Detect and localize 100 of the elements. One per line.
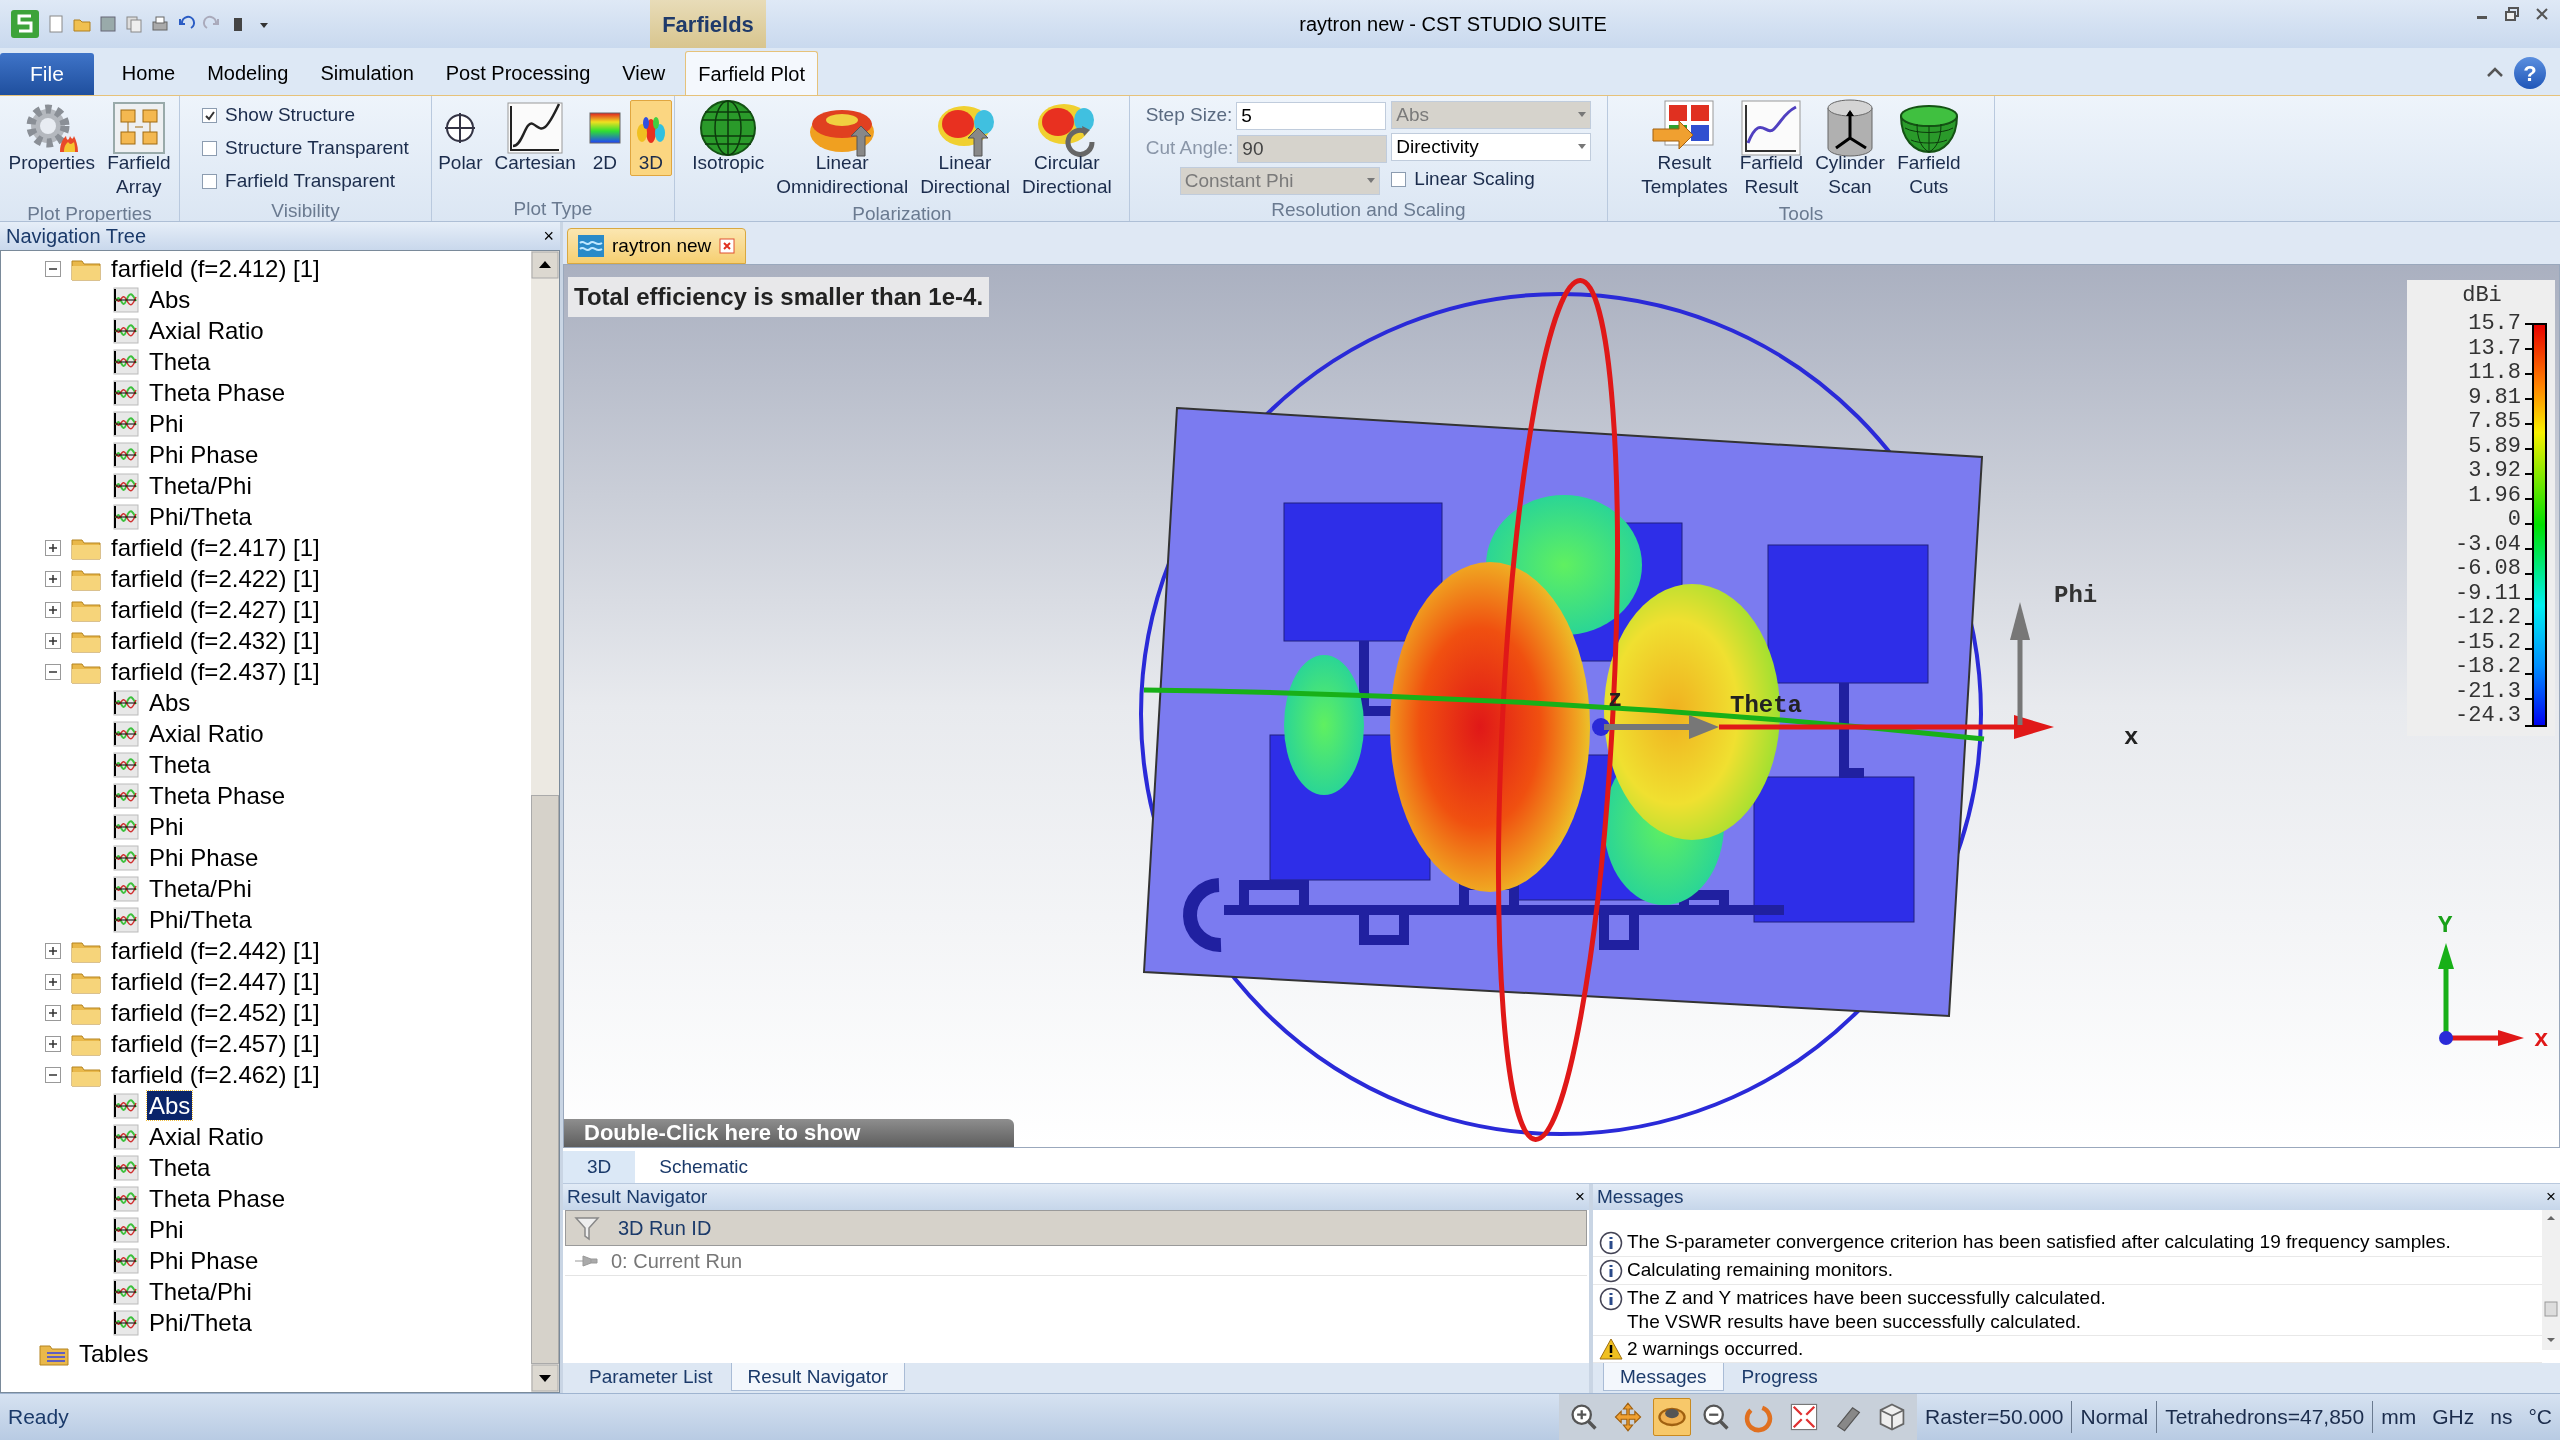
panel-tab[interactable]: Messages [1603,1363,1724,1391]
tree-item[interactable]: Axial Ratio [147,316,266,345]
scrollbar[interactable] [2542,1210,2560,1350]
ribbon-button[interactable]: Farfield Result [1735,100,1808,200]
expand-icon[interactable] [45,973,61,990]
tree-item[interactable]: Theta/Phi [147,471,254,500]
ribbon-button[interactable]: Cylinder Scan [1811,100,1889,200]
collapse-icon[interactable] [45,260,61,277]
viewport-mode-tab[interactable]: 3D [563,1151,636,1183]
checkbox[interactable]: Show Structure [202,100,409,131]
scrollbar-thumb[interactable] [531,795,559,1364]
expand-icon[interactable] [45,942,61,959]
tree-item[interactable]: Phi Phase [147,843,261,872]
expand-icon[interactable] [45,1004,61,1021]
tree-item[interactable]: farfield (f=2.442) [1] [109,936,322,965]
context-tab-label[interactable]: Farfields [650,0,766,48]
tree-item[interactable]: farfield (f=2.462) [1] [109,1060,322,1089]
panel-tab[interactable]: Result Navigator [730,1363,905,1391]
ribbon-tab[interactable]: Home [109,51,188,95]
tree-item[interactable]: Tables [77,1339,151,1368]
tree-item[interactable]: Axial Ratio [147,1122,266,1151]
ribbon-button[interactable]: Farfield Array [103,100,175,200]
scroll-up-icon[interactable] [531,251,559,279]
ribbon-button[interactable]: Isotropic [688,100,769,176]
viewport-mode-tab[interactable]: Schematic [635,1151,772,1183]
restore-icon[interactable] [2504,6,2520,22]
close-icon[interactable] [719,238,736,254]
ribbon-button[interactable]: Linear Omnidirectional [772,100,913,200]
panel-tab[interactable]: Progress [1725,1363,1834,1391]
expand-icon[interactable] [45,570,61,587]
checkbox[interactable]: Farfield Transparent [202,166,409,197]
tree-item[interactable]: Phi [147,812,186,841]
tree-item[interactable]: Theta/Phi [147,874,254,903]
expand-icon[interactable] [45,1035,61,1052]
tree-item[interactable]: farfield (f=2.412) [1] [109,254,322,283]
close-button[interactable]: × [543,222,554,250]
tree-item[interactable]: Theta [147,347,213,376]
show-banner[interactable]: Double-Click here to show [564,1119,1014,1147]
dropdown[interactable]: Directivity [1391,133,1592,161]
tree-item[interactable]: Abs [147,285,193,314]
column-header[interactable]: 3D Run ID [618,1213,712,1243]
ribbon-button[interactable]: Result Templates [1637,100,1732,200]
tree-item[interactable]: Phi Phase [147,1246,261,1275]
app-logo-icon[interactable] [10,9,40,39]
tree-item[interactable]: Theta/Phi [147,1277,254,1306]
ribbon-button[interactable]: Polar [434,100,487,176]
collapse-icon[interactable] [45,663,61,680]
ribbon-tab[interactable]: Simulation [308,51,426,95]
tree-item[interactable]: Theta Phase [147,1184,288,1213]
ribbon-button[interactable]: Farfield Cuts [1892,100,1965,200]
tree-item[interactable]: Theta Phase [147,378,288,407]
collapse-icon[interactable] [45,1066,61,1083]
tree-item[interactable]: Phi/Theta [147,905,254,934]
file-tab[interactable]: File [0,53,94,95]
tree-item[interactable]: Phi/Theta [147,502,254,531]
tree-item[interactable]: Phi/Theta [147,1308,254,1337]
ribbon-tab[interactable]: Modeling [195,51,301,95]
help-button[interactable]: ? [2514,57,2546,89]
close-button[interactable]: × [1575,1184,1585,1210]
tree-item[interactable]: farfield (f=2.437) [1] [109,657,322,686]
panel-tab[interactable]: Parameter List [573,1363,729,1391]
tree-item[interactable]: Theta Phase [147,781,288,810]
ribbon-tab[interactable]: View [610,51,678,95]
ribbon-button[interactable]: Linear Directional [916,100,1014,200]
tree-item[interactable]: Phi [147,1215,186,1244]
checkbox[interactable]: Linear Scaling [1391,164,1592,195]
tree-item[interactable]: Phi Phase [147,440,261,469]
tree-item[interactable]: farfield (f=2.432) [1] [109,626,322,655]
ribbon-button[interactable]: Properties [4,100,100,176]
tree-item[interactable]: Theta [147,750,213,779]
ribbon-button[interactable]: Cartesian [490,100,580,176]
close-button[interactable]: × [2546,1184,2556,1210]
tree-item[interactable]: Phi [147,409,186,438]
tree-item[interactable]: farfield (f=2.417) [1] [109,533,322,562]
ribbon-button[interactable]: 2D [583,100,626,176]
expand-icon[interactable] [45,632,61,649]
checkbox-box[interactable] [202,141,218,156]
tree-item[interactable]: Axial Ratio [147,719,266,748]
table-cell[interactable]: 0: Current Run [611,1245,743,1276]
tree-item[interactable]: Abs [147,1091,193,1120]
save-icon[interactable] [98,14,118,34]
tree-item[interactable]: farfield (f=2.427) [1] [109,595,322,624]
ribbon-button[interactable]: Circular Directional [1017,100,1116,200]
text-field[interactable]: 5 [1236,101,1387,130]
checkbox[interactable]: Structure Transparent [202,133,409,164]
checkbox-box[interactable] [202,174,218,189]
print-icon[interactable] [150,14,170,34]
close-icon[interactable] [2534,6,2550,22]
tree-item[interactable]: Abs [147,688,193,717]
tree-item[interactable]: farfield (f=2.457) [1] [109,1029,322,1058]
ribbon-tab[interactable]: Farfield Plot [685,51,818,95]
ribbon-tab[interactable]: Post Processing [433,51,603,95]
tree-item[interactable]: Theta [147,1153,213,1182]
tree-item[interactable]: farfield (f=2.447) [1] [109,967,322,996]
tree-item[interactable]: farfield (f=2.452) [1] [109,998,322,1027]
tree-item[interactable]: farfield (f=2.422) [1] [109,564,322,593]
document-tab[interactable]: raytron new [567,228,747,264]
checkbox-box[interactable] [1391,172,1407,187]
scroll-down-icon[interactable] [531,1364,559,1392]
checkbox-box[interactable] [202,108,218,123]
